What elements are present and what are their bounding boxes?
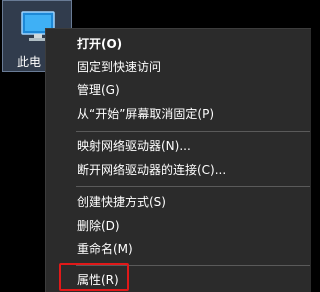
context-menu: 打开(O) 固定到快速访问 管理(G) 从“开始”屏幕取消固定(P) 映射网络驱… xyxy=(45,28,311,292)
menu-item-manage[interactable]: 管理(G) xyxy=(46,79,311,101)
menu-item-open[interactable]: 打开(O) xyxy=(46,33,311,55)
menu-separator xyxy=(76,186,310,187)
menu-separator xyxy=(76,131,310,132)
desktop: 此电 打开(O) 固定到快速访问 管理(G) 从“开始”屏幕取消固定(P) 映射… xyxy=(0,0,311,292)
menu-item-map-network-drive[interactable]: 映射网络驱动器(N)... xyxy=(46,135,311,157)
menu-item-pin-quick-access[interactable]: 固定到快速访问 xyxy=(46,56,311,78)
menu-item-unpin-start[interactable]: 从“开始”屏幕取消固定(P) xyxy=(46,103,311,125)
menu-item-disconnect-network-drive[interactable]: 断开网络驱动器的连接(C)... xyxy=(46,159,311,181)
menu-item-delete[interactable]: 删除(D) xyxy=(46,215,311,237)
menu-item-create-shortcut[interactable]: 创建快捷方式(S) xyxy=(46,191,311,213)
properties-highlight-box xyxy=(59,263,129,291)
menu-item-rename[interactable]: 重命名(M) xyxy=(46,238,311,260)
this-pc-label: 此电 xyxy=(17,55,42,69)
